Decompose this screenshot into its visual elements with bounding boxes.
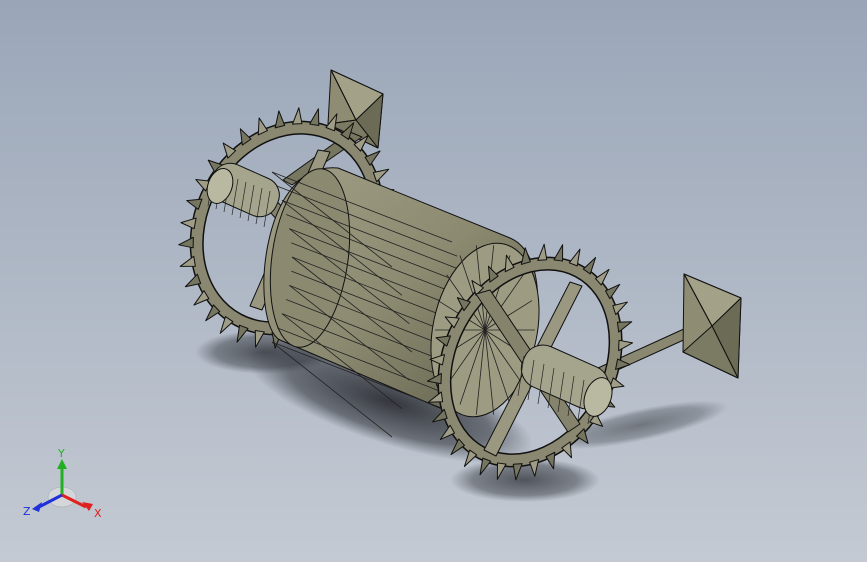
z-axis-label: Z xyxy=(23,505,31,518)
gear-tooth xyxy=(537,243,548,261)
y-arrow-icon xyxy=(57,459,67,469)
gear-tooth xyxy=(292,107,303,125)
model-view[interactable] xyxy=(0,0,867,562)
gear-tooth xyxy=(618,339,634,352)
graphics-viewport[interactable]: Y X Z xyxy=(0,0,867,562)
z-arrow-icon xyxy=(32,502,42,512)
gear-tooth xyxy=(309,108,320,127)
gear-tooth xyxy=(179,255,196,267)
x-axis-label: X xyxy=(94,507,102,520)
gear-tooth xyxy=(180,217,197,230)
gear-tooth xyxy=(178,236,194,249)
gear-tooth xyxy=(616,321,633,333)
gear-tooth xyxy=(553,244,564,262)
axis-triad: Y X Z xyxy=(23,447,102,520)
y-axis-label: Y xyxy=(57,447,65,460)
gear-tooth xyxy=(274,110,286,129)
